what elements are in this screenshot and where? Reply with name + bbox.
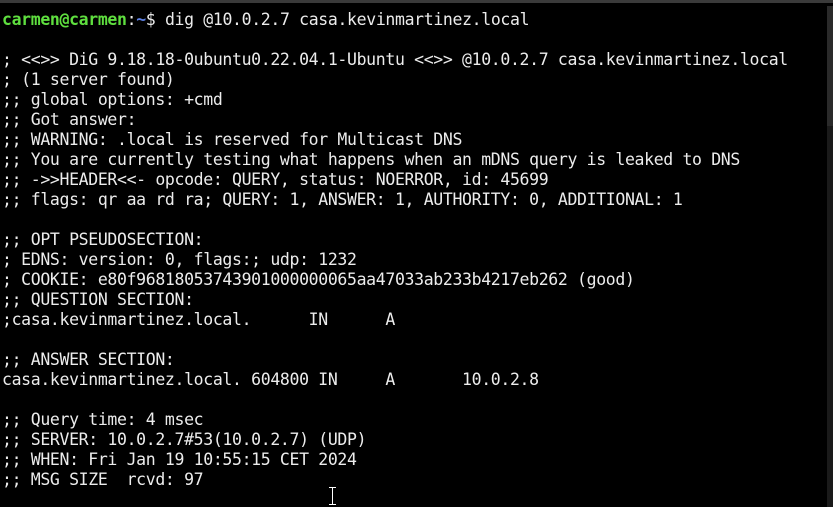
prompt-separator: : xyxy=(126,10,137,29)
scrollbar-thumb[interactable] xyxy=(827,6,833,126)
output-line: ; (1 server found) xyxy=(2,70,175,89)
terminal-scrollbar[interactable] xyxy=(827,6,833,507)
output-line: ; EDNS: version: 0, flags:; udp: 1232 xyxy=(2,250,357,269)
terminal-output[interactable]: carmen@carmen:~$ dig @10.0.2.7 casa.kevi… xyxy=(2,10,833,490)
output-line: ;; WARNING: .local is reserved for Multi… xyxy=(2,130,463,149)
prompt-symbol: $ xyxy=(145,10,156,29)
output-line: ; COOKIE: e80f96818053743901000000065aa4… xyxy=(2,270,635,289)
output-line: ;; SERVER: 10.0.2.7#53(10.0.2.7) (UDP) xyxy=(2,430,367,449)
output-line: ;; OPT PSEUDOSECTION: xyxy=(2,230,204,249)
text-cursor-icon xyxy=(328,487,337,505)
output-line: ;; flags: qr aa rd ra; QUERY: 1, ANSWER:… xyxy=(2,190,683,209)
output-line: ;; MSG SIZE rcvd: 97 xyxy=(2,470,204,489)
output-line: ;casa.kevinmartinez.local. IN A xyxy=(2,310,395,329)
terminal-window[interactable]: carmen@carmen:~$ dig @10.0.2.7 casa.kevi… xyxy=(0,0,833,507)
output-line: ; <<>> DiG 9.18.18-0ubuntu0.22.04.1-Ubun… xyxy=(2,50,788,69)
output-line: ;; Got answer: xyxy=(2,110,137,129)
output-line: ;; Query time: 4 msec xyxy=(2,410,204,429)
prompt-line: carmen@carmen:~$ dig @10.0.2.7 casa.kevi… xyxy=(2,10,833,30)
output-line: casa.kevinmartinez.local. 604800 IN A 10… xyxy=(2,370,539,389)
output-line: ;; ANSWER SECTION: xyxy=(2,350,175,369)
output-line: ;; QUESTION SECTION: xyxy=(2,290,194,309)
prompt-command: dig @10.0.2.7 casa.kevinmartinez.local xyxy=(164,10,530,29)
output-line: ;; You are currently testing what happen… xyxy=(2,150,740,169)
output-line: ;; ->>HEADER<<- opcode: QUERY, status: N… xyxy=(2,170,549,189)
output-line: ;; global options: +cmd xyxy=(2,90,223,109)
prompt-user-host: carmen@carmen xyxy=(2,10,127,29)
output-line: ;; WHEN: Fri Jan 19 10:55:15 CET 2024 xyxy=(2,450,357,469)
prompt-path: ~ xyxy=(136,10,146,29)
